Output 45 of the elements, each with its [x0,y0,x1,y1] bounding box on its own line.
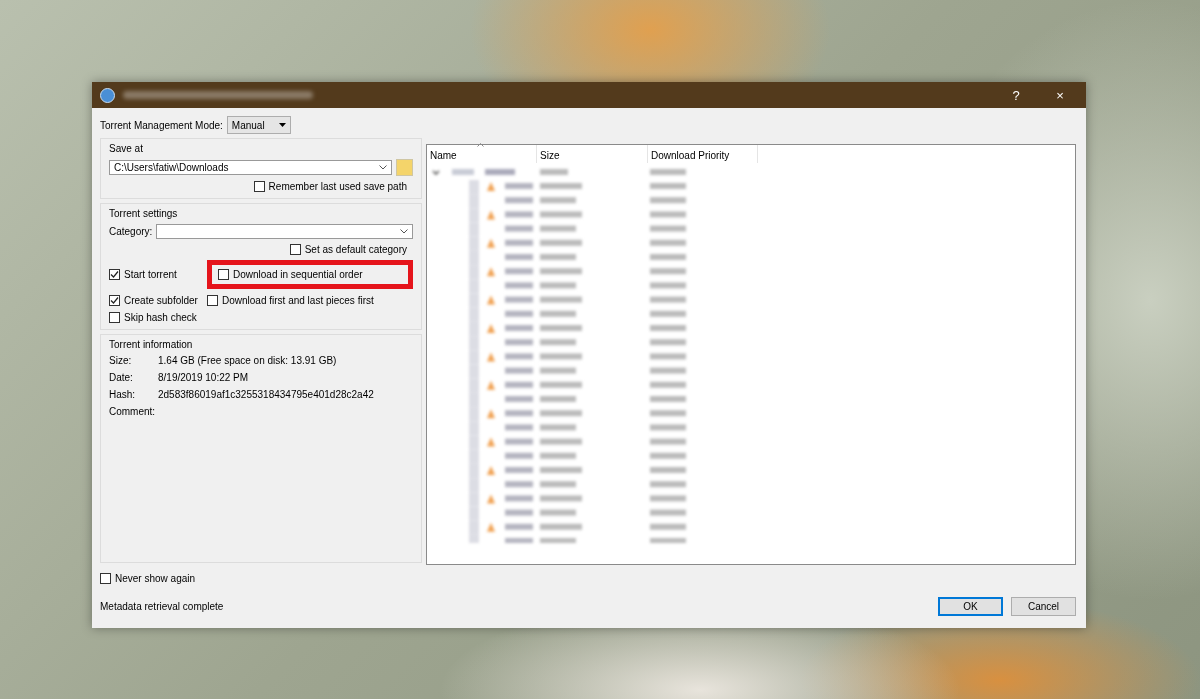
info-label: Date: [109,372,134,383]
check-icon [110,270,119,279]
group-title: Torrent information [109,339,194,350]
info-label: Size: [109,355,133,366]
checkbox[interactable] [109,269,120,280]
checkbox-label: Download first and last pieces first [222,295,374,306]
category-label: Category: [109,226,153,237]
checkbox[interactable] [109,312,120,323]
column-header[interactable]: Download Priority [648,145,758,163]
help-button[interactable]: ? [998,82,1034,108]
group-title: Save at [109,143,144,154]
info-label: Comment: [109,406,157,417]
dropdown-arrow-icon [278,123,286,127]
category-dropdown[interactable] [156,224,413,239]
checkbox-label: Remember last used save path [268,181,407,192]
column-header[interactable]: Name [427,145,537,163]
ok-button[interactable]: OK [938,597,1003,616]
checkbox[interactable] [218,269,229,280]
info-label: Hash: [109,389,137,400]
checkbox[interactable] [109,295,120,306]
status-text: Metadata retrieval complete [100,601,224,612]
checkbox-label: Skip hash check [124,312,197,323]
close-button[interactable]: × [1042,82,1078,108]
checkbox-label: Start torrent [124,269,177,280]
info-value: 2d583f86019af1c3255318434795e401d28c2a42 [158,389,375,400]
checkbox[interactable] [253,181,265,192]
group-title: Torrent settings [109,208,179,219]
management-mode-label: Torrent Management Mode: [100,119,223,131]
app-icon [100,87,115,103]
save-path-field[interactable]: C:\Users\fatiw\Downloads [109,160,392,175]
chevron-down-icon [400,229,408,234]
management-mode-dropdown[interactable]: Manual [226,116,291,134]
checkbox[interactable] [289,244,301,255]
checkbox[interactable] [100,573,111,584]
check-icon [110,296,119,305]
cancel-button[interactable]: Cancel [1011,597,1076,616]
info-value: 1.64 GB (Free space on disk: 13.91 GB) [158,355,338,366]
column-header[interactable]: Size [537,145,648,163]
checkbox[interactable] [207,295,218,306]
info-value: 8/19/2019 10:22 PM [158,372,250,383]
checkbox-label: Download in sequential order [233,269,363,280]
checkbox-label: Never show again [115,573,196,584]
checkbox-label: Create subfolder [124,295,198,306]
chevron-down-icon [379,165,387,170]
checkbox-label: Set as default category [304,244,407,255]
